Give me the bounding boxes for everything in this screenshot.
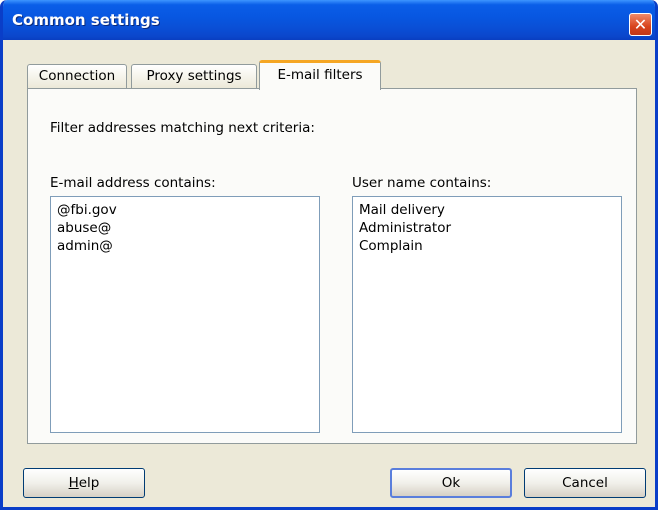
title-bar[interactable]: Common settings ✕ bbox=[3, 0, 655, 40]
tab-label: Connection bbox=[38, 68, 116, 84]
email-contains-list[interactable]: @fbi.gov abuse@ admin@ bbox=[50, 196, 320, 433]
tab-label: Proxy settings bbox=[146, 68, 242, 84]
criteria-intro: Filter addresses matching next criteria: bbox=[50, 120, 315, 136]
list-item[interactable]: Complain bbox=[359, 237, 615, 255]
user-contains-label: User name contains: bbox=[352, 175, 492, 191]
list-item[interactable]: Administrator bbox=[359, 219, 615, 237]
list-item[interactable]: Mail delivery bbox=[359, 201, 615, 219]
help-access-key: H bbox=[68, 475, 79, 491]
ok-button-label: Ok bbox=[441, 475, 461, 491]
close-icon: ✕ bbox=[633, 14, 648, 34]
ok-button[interactable]: Ok bbox=[390, 468, 512, 498]
tab-proxy-settings[interactable]: Proxy settings bbox=[131, 64, 257, 88]
list-item[interactable]: @fbi.gov bbox=[57, 201, 313, 219]
common-settings-dialog: Common settings ✕ Connection Proxy setti… bbox=[0, 0, 658, 510]
email-filters-panel: Filter addresses matching next criteria:… bbox=[27, 88, 637, 444]
help-button-label: elp bbox=[78, 475, 100, 491]
cancel-button-label: Cancel bbox=[562, 475, 608, 491]
window-title: Common settings bbox=[12, 11, 160, 29]
user-contains-list[interactable]: Mail delivery Administrator Complain bbox=[352, 196, 622, 433]
list-item[interactable]: abuse@ bbox=[57, 219, 313, 237]
email-contains-label: E-mail address contains: bbox=[50, 175, 216, 191]
help-button[interactable]: Help bbox=[23, 468, 145, 498]
list-item[interactable]: admin@ bbox=[57, 237, 313, 255]
tab-connection[interactable]: Connection bbox=[27, 64, 127, 88]
close-button[interactable]: ✕ bbox=[629, 13, 652, 36]
cancel-button[interactable]: Cancel bbox=[524, 468, 646, 498]
tab-label: E-mail filters bbox=[277, 67, 363, 83]
tab-email-filters[interactable]: E-mail filters bbox=[259, 60, 381, 90]
